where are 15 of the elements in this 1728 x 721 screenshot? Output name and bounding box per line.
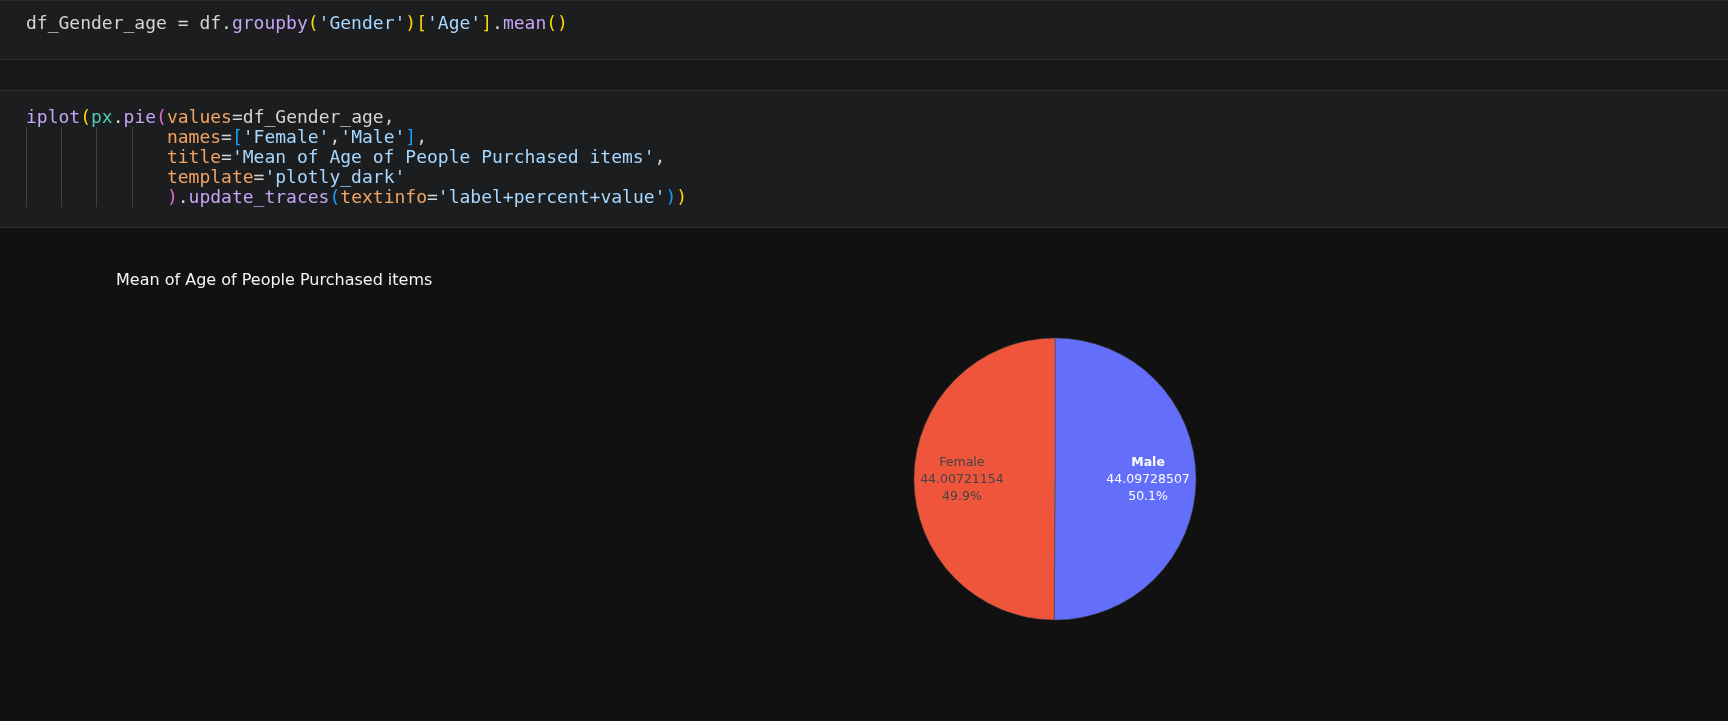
code-line: template='plotly_dark' — [26, 167, 406, 187]
slice-name: Male — [1131, 454, 1165, 470]
code-cell[interactable]: iplot(px.pie(values=df_Gender_age, names=['Female','Male'], title='Mean of Age of People Purchased items', template='plotly_dark' ).update_traces(textinfo='label+percent+value')) — [0, 90, 1728, 228]
code-line: df_Gender_age = df.groupby('Gender')['Age'].mean() — [26, 13, 568, 33]
code-line: title='Mean of Age of People Purchased items', — [26, 147, 666, 167]
slice-percent: 49.9% — [942, 487, 982, 503]
slice-value: 44.09728507 — [1106, 471, 1190, 487]
code-line: names=['Female','Male'], — [26, 127, 427, 147]
code-line: ).update_traces(textinfo='label+percent+value')) — [26, 187, 688, 207]
slice-percent: 50.1% — [1128, 488, 1168, 504]
chart-title: Mean of Age of People Purchased items — [116, 270, 433, 289]
code-line: iplot(px.pie(values=df_Gender_age, — [26, 107, 395, 127]
code-cell[interactable]: df_Gender_age = df.groupby('Gender')['Age'].mean() — [0, 0, 1728, 60]
slice-value: 44.00721154 — [920, 470, 1004, 486]
slice-name: Female — [939, 453, 985, 469]
